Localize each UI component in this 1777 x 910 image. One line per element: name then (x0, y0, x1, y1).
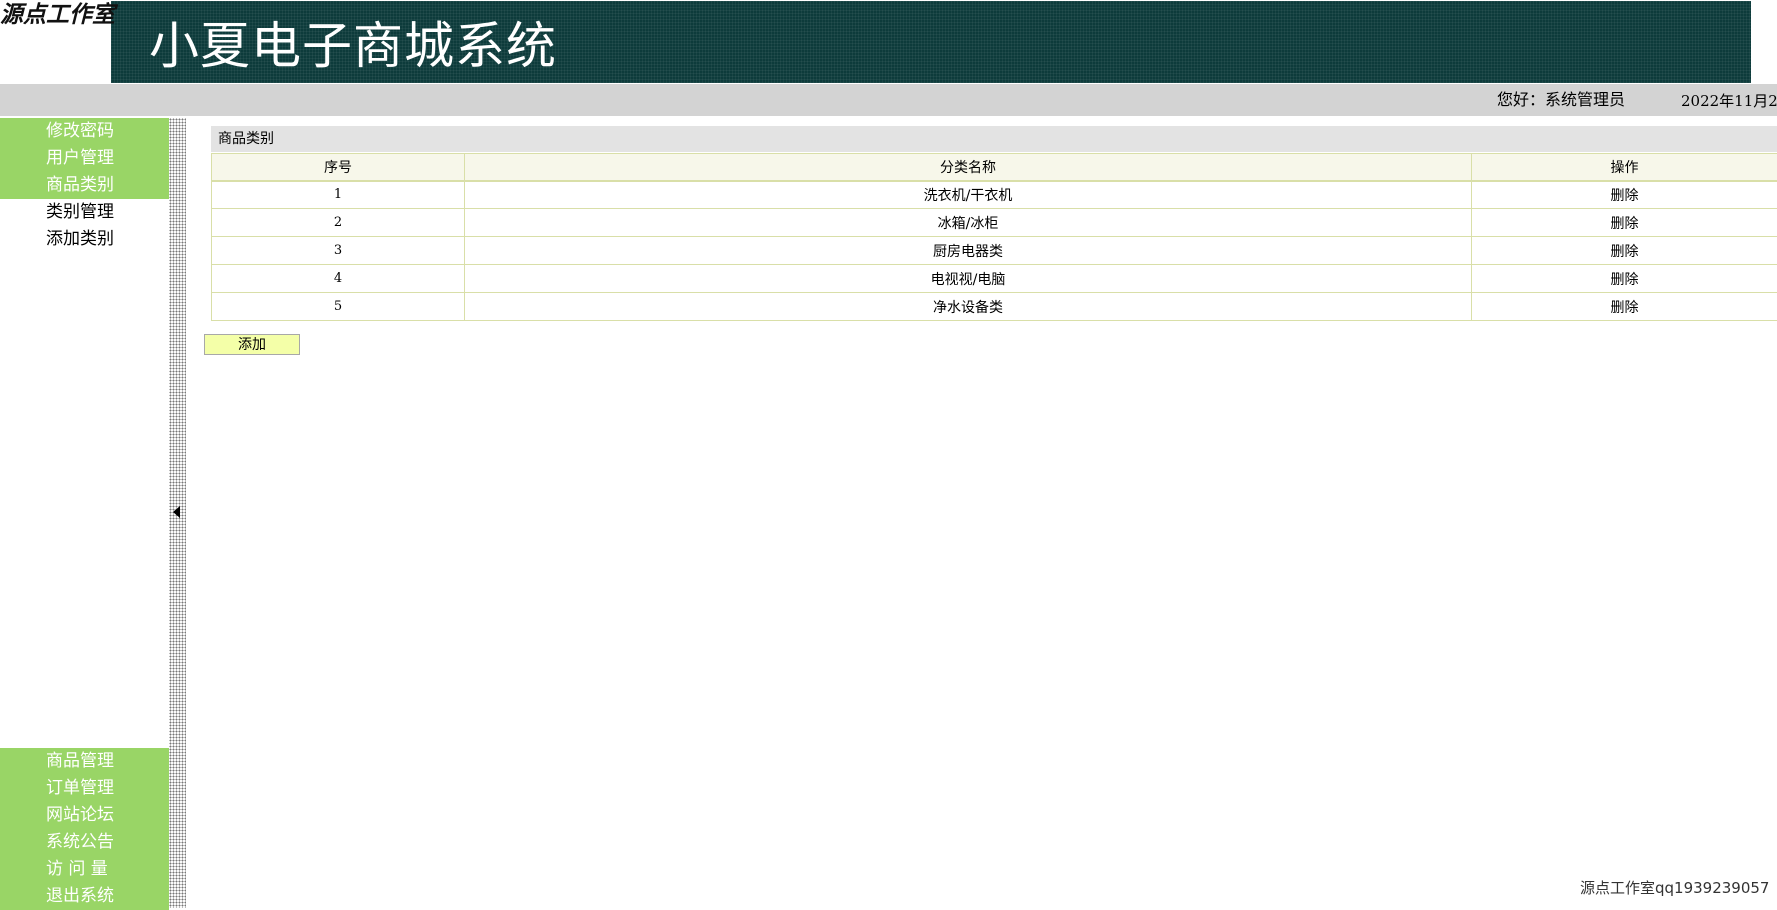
panel-title: 商品类别 (211, 126, 1777, 153)
collapse-left-arrow-icon[interactable] (173, 506, 180, 518)
watermark-top: 源点工作室 (0, 0, 115, 30)
table-row: 1 洗衣机/干衣机 删除 (212, 181, 1777, 209)
sidebar-item-announcement[interactable]: 系统公告 (0, 829, 169, 856)
sidebar-item-user-management[interactable]: 用户管理 (0, 145, 169, 172)
row-index: 1 (212, 181, 465, 209)
column-header-category-name: 分类名称 (465, 154, 1472, 181)
sidebar-item-product-category[interactable]: 商品类别 (0, 172, 169, 199)
column-header-action: 操作 (1472, 154, 1777, 181)
app-title: 小夏电子商城系统 (149, 15, 557, 77)
delete-link[interactable]: 删除 (1472, 293, 1777, 321)
sidebar: 修改密码 用户管理 商品类别 类别管理 添加类别 商品管理 订单管理 网站论坛 … (0, 118, 169, 908)
header-banner: 小夏电子商城系统 (111, 1, 1751, 83)
row-index: 3 (212, 237, 465, 265)
sidebar-item-visits[interactable]: 访 问 量 (0, 856, 169, 883)
sidebar-item-logout[interactable]: 退出系统 (0, 883, 169, 910)
table-row: 5 净水设备类 删除 (212, 293, 1777, 321)
category-table: 序号 分类名称 操作 1 洗衣机/干衣机 删除 2 冰箱/冰柜 删除 3 厨房电… (211, 153, 1777, 321)
row-index: 5 (212, 293, 465, 321)
category-panel: 商品类别 序号 分类名称 操作 1 洗衣机/干衣机 删除 2 冰箱/冰柜 删除 (211, 126, 1777, 321)
sidebar-item-product-management[interactable]: 商品管理 (0, 748, 169, 775)
table-header-row: 序号 分类名称 操作 (212, 154, 1777, 181)
row-category-name: 电视视/电脑 (465, 265, 1472, 293)
delete-link[interactable]: 删除 (1472, 181, 1777, 209)
row-category-name: 厨房电器类 (465, 237, 1472, 265)
table-row: 4 电视视/电脑 删除 (212, 265, 1777, 293)
delete-link[interactable]: 删除 (1472, 265, 1777, 293)
table-row: 3 厨房电器类 删除 (212, 237, 1777, 265)
column-header-index: 序号 (212, 154, 465, 181)
row-index: 4 (212, 265, 465, 293)
user-greeting: 您好：系统管理员 (1497, 90, 1625, 110)
sidebar-subitem-add-category[interactable]: 添加类别 (0, 226, 169, 253)
info-bar: 您好：系统管理员 2022年11月25 (0, 84, 1777, 116)
sidebar-item-forum[interactable]: 网站论坛 (0, 802, 169, 829)
table-row: 2 冰箱/冰柜 删除 (212, 209, 1777, 237)
sidebar-item-change-password[interactable]: 修改密码 (0, 118, 169, 145)
row-category-name: 洗衣机/干衣机 (465, 181, 1472, 209)
delete-link[interactable]: 删除 (1472, 209, 1777, 237)
row-category-name: 冰箱/冰柜 (465, 209, 1472, 237)
delete-link[interactable]: 删除 (1472, 237, 1777, 265)
sidebar-subitem-category-management[interactable]: 类别管理 (0, 199, 169, 226)
row-index: 2 (212, 209, 465, 237)
row-category-name: 净水设备类 (465, 293, 1472, 321)
sidebar-item-order-management[interactable]: 订单管理 (0, 775, 169, 802)
add-button[interactable]: 添加 (204, 334, 300, 355)
sidebar-splitter[interactable] (169, 118, 186, 908)
current-date: 2022年11月25 (1681, 91, 1777, 111)
watermark-bottom: 源点工作室qq1939239057 (1580, 878, 1769, 898)
